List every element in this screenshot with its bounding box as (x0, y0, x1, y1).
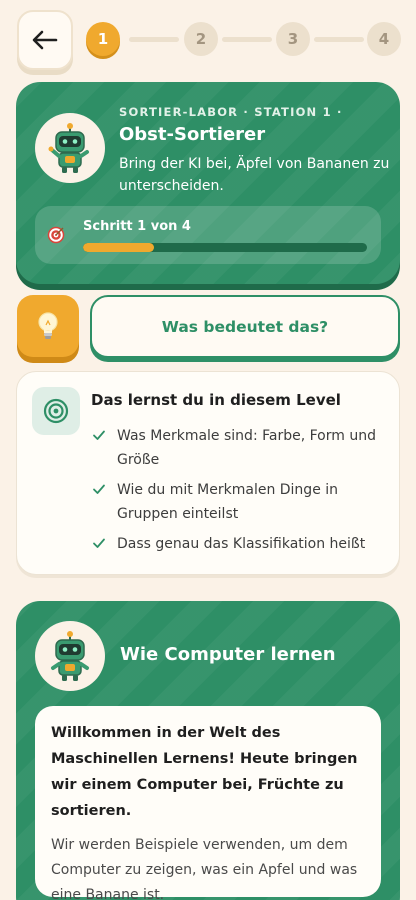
target-icon (47, 226, 65, 244)
robot-avatar (35, 113, 105, 183)
lesson-body-text: Wir werden Beispiele verwenden, um dem C… (51, 837, 358, 900)
station-hero-card: SORTIER-LABOR · STATION 1 · Obst-Sortier… (16, 82, 400, 284)
list-item-text: Wie du mit Merkmalen Dinge in Gruppen ei… (117, 482, 339, 522)
lesson-intro-text: Willkommen in der Welt des Maschinellen … (51, 725, 358, 819)
robot-icon (48, 123, 89, 173)
lesson-title: Wie Computer lernen (120, 644, 336, 665)
what-does-it-mean-button[interactable]: Was bedeutet das? (90, 295, 400, 358)
list-item: Was Merkmale sind: Farbe, Form und Größe (91, 424, 391, 472)
hint-button[interactable] (17, 295, 79, 357)
station-subtitle: Bring der KI bei, Äpfel von Bananen zu u… (119, 156, 390, 194)
station-title: Obst-Sortierer (119, 124, 266, 145)
list-item-text: Was Merkmale sind: Farbe, Form und Größe (117, 428, 376, 468)
step-1[interactable]: 1 (86, 22, 120, 56)
list-item: Dass genau das Klassifikation heißt (91, 532, 391, 556)
progress-bar (83, 243, 367, 252)
learning-goals-list: Was Merkmale sind: Farbe, Form und Größe… (91, 424, 391, 562)
lightbulb-icon (38, 312, 58, 339)
list-item: Wie du mit Merkmalen Dinge in Gruppen ei… (91, 478, 391, 526)
learning-goals-title: Das lernst du in diesem Level (91, 391, 341, 409)
level-stepper: 1 2 3 4 (85, 22, 401, 56)
speech-bubble: Willkommen in der Welt des Maschinellen … (35, 706, 381, 900)
back-button[interactable] (17, 10, 73, 70)
step-3[interactable]: 3 (276, 22, 310, 56)
station-kicker: SORTIER-LABOR · STATION 1 · (119, 105, 343, 119)
learning-goals-card: Das lernst du in diesem Level Was Merkma… (16, 371, 400, 575)
check-icon (93, 484, 105, 494)
robot-avatar (35, 621, 105, 691)
progress-panel: Schritt 1 von 4 (35, 206, 381, 264)
progress-label: Schritt 1 von 4 (83, 219, 191, 234)
check-icon (93, 430, 105, 440)
step-connector (314, 37, 364, 42)
step-connector (222, 37, 272, 42)
target-rings-icon (43, 398, 69, 424)
list-item-text: Dass genau das Klassifikation heißt (117, 536, 366, 552)
step-2[interactable]: 2 (184, 22, 218, 56)
lesson-card: Wie Computer lernen Willkommen in der We… (16, 601, 400, 900)
progress-bar-fill (83, 243, 154, 252)
arrow-left-icon (32, 30, 58, 50)
step-4[interactable]: 4 (367, 22, 401, 56)
robot-icon (51, 631, 89, 681)
step-connector (129, 37, 179, 42)
check-icon (93, 538, 105, 548)
learning-goals-icon-tile (32, 387, 80, 435)
